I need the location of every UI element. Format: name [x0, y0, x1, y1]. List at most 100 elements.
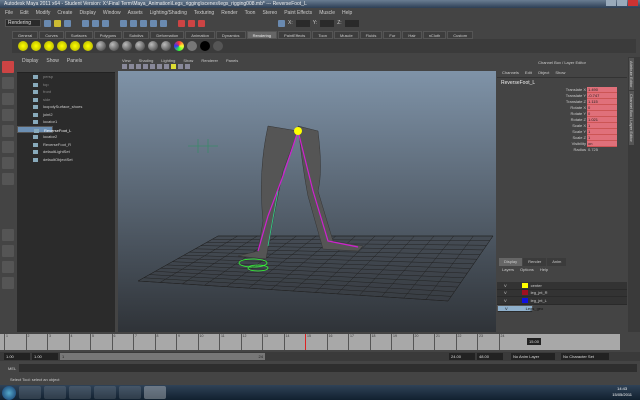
layer-row[interactable]: Vleg_jnt_L — [497, 297, 627, 305]
shadows-icon[interactable] — [178, 64, 183, 69]
camera-icon[interactable] — [96, 41, 106, 51]
outliner-item[interactable]: locator2 — [17, 133, 115, 141]
layer-tab-render[interactable]: Render — [523, 258, 547, 266]
channel-menu-object[interactable]: Object — [538, 69, 550, 77]
select-tool-icon[interactable] — [2, 61, 14, 73]
manipulator-tool-icon[interactable] — [2, 157, 14, 169]
menu-set-dropdown[interactable]: Rendering — [5, 19, 41, 27]
shelf-tab-ncloth[interactable]: nCloth — [422, 31, 447, 39]
open-scene-icon[interactable] — [54, 19, 61, 27]
side-tab[interactable]: Channel Box / Layer Editor — [629, 91, 634, 146]
menu-display[interactable]: Display — [79, 8, 95, 18]
shelf-tab-fluids[interactable]: Fluids — [359, 31, 383, 39]
visibility-toggle[interactable]: V — [505, 305, 508, 313]
layer-menu-options[interactable]: Options — [520, 266, 534, 273]
snap-grid-icon[interactable] — [120, 19, 127, 27]
image-plane-icon[interactable] — [136, 64, 141, 69]
shelf-tab-subdivs[interactable]: Subdivs — [123, 31, 150, 39]
firefox-taskbar-button[interactable] — [94, 386, 116, 399]
shelf-tab-muscle[interactable]: Muscle — [334, 31, 359, 39]
layout-four-icon[interactable] — [2, 245, 14, 257]
layout-persp-outliner-icon[interactable] — [2, 261, 14, 273]
viewport-menu-panels[interactable]: Panels — [226, 57, 238, 64]
menu-toon[interactable]: Toon — [245, 8, 256, 18]
use-background-icon[interactable] — [200, 41, 210, 51]
layer-row[interactable]: V Legs_geo — [497, 304, 543, 313]
menu-assets[interactable]: Assets — [128, 8, 143, 18]
visibility-toggle[interactable]: V — [504, 297, 507, 305]
outliner-item[interactable]: top — [17, 81, 115, 89]
textured-icon[interactable] — [164, 64, 169, 69]
select-component-icon[interactable] — [102, 19, 109, 27]
phong-icon[interactable] — [135, 41, 145, 51]
ipr-render-icon[interactable] — [188, 19, 195, 27]
x-field[interactable] — [295, 19, 310, 27]
outliner-item[interactable]: defaultObjectSet — [17, 156, 115, 164]
scale-tool-icon[interactable] — [2, 141, 14, 153]
layout-single-icon[interactable] — [2, 229, 14, 241]
new-scene-icon[interactable] — [44, 19, 51, 27]
shelf-tab-rendering[interactable]: Rendering — [246, 31, 278, 39]
layer-menu-layers[interactable]: Layers — [502, 266, 514, 273]
current-frame-field[interactable]: 15.00 — [527, 338, 542, 345]
anim-layer-dropdown[interactable]: No Anim Layer — [511, 353, 555, 360]
volume-light-icon[interactable] — [83, 41, 93, 51]
snap-point-icon[interactable] — [140, 19, 147, 27]
bookmark-icon[interactable] — [129, 64, 134, 69]
attr-value[interactable]: 0.725 — [587, 147, 617, 153]
isolate-icon[interactable] — [185, 64, 190, 69]
shelf-tab-surfaces[interactable]: Surfaces — [64, 31, 93, 39]
current-frame-value[interactable]: 15.00 — [527, 338, 542, 345]
viewport-menu-renderer[interactable]: Renderer — [201, 57, 218, 64]
shelf-tab-deformation[interactable]: Deformation — [150, 31, 185, 39]
layout-graph-icon[interactable] — [2, 277, 14, 289]
last-tool-icon[interactable] — [2, 173, 14, 185]
viewport-menu-show[interactable]: Show — [183, 57, 193, 64]
channel-menu-channels[interactable]: Channels — [502, 69, 519, 77]
menu-render[interactable]: Render — [221, 8, 237, 18]
grid-toggle-icon[interactable] — [143, 64, 148, 69]
channel-menu-edit[interactable]: Edit — [525, 69, 532, 77]
character-set-dropdown[interactable]: No Character Set — [561, 353, 609, 360]
start-time-field[interactable]: 1.00 — [4, 353, 30, 360]
layer-color-swatch[interactable] — [521, 282, 528, 288]
lights-icon[interactable] — [171, 64, 176, 69]
playback-end-field[interactable]: 24.00 — [449, 353, 475, 360]
outliner-menu-display[interactable]: Display — [22, 57, 38, 66]
maximize-button[interactable] — [617, 0, 627, 6]
outliner-item[interactable]: ReverseFoot_L — [17, 125, 71, 133]
snap-plane-icon[interactable] — [150, 19, 157, 27]
menu-muscle[interactable]: Muscle — [319, 8, 335, 18]
explorer-taskbar-button[interactable] — [19, 386, 41, 399]
save-scene-icon[interactable] — [64, 19, 71, 27]
ambient-light-icon[interactable] — [18, 41, 28, 51]
playback-start-field[interactable]: 1.00 — [32, 353, 58, 360]
snap-curve-icon[interactable] — [130, 19, 137, 27]
menu-paint-effects[interactable]: Paint Effects — [284, 8, 312, 18]
blinn-icon[interactable] — [122, 41, 132, 51]
rotate-tool-icon[interactable] — [2, 125, 14, 137]
render-settings-icon[interactable] — [198, 19, 205, 27]
attr-row-radius[interactable]: Radius 0.725 — [497, 147, 627, 153]
mel-input[interactable] — [19, 364, 637, 372]
wireframe-icon[interactable] — [150, 64, 155, 69]
layer-menu-help[interactable]: Help — [540, 266, 548, 273]
menu-file[interactable]: File — [5, 8, 13, 18]
shelf-tab-painteffects[interactable]: PaintEffects — [278, 31, 312, 39]
messenger-taskbar-button[interactable] — [119, 386, 141, 399]
outliner-menu-panels[interactable]: Panels — [67, 57, 82, 66]
perspective-viewport[interactable]: View Shading Lighting Show Renderer Panels — [118, 57, 496, 332]
layer-row[interactable]: Vleg_jnt_R — [497, 289, 627, 297]
shelf-tab-general[interactable]: General — [12, 31, 39, 39]
z-field[interactable] — [344, 19, 359, 27]
current-time-marker[interactable] — [305, 334, 306, 350]
layer-tab-display[interactable]: Display — [499, 258, 523, 266]
scene-view[interactable] — [118, 71, 496, 332]
shelf-tab-polygons[interactable]: Polygons — [93, 31, 123, 39]
live-surface-icon[interactable] — [160, 19, 167, 27]
input-line-icon[interactable] — [278, 19, 285, 27]
viewport-menu-lighting[interactable]: Lighting — [161, 57, 175, 64]
minimize-button[interactable] — [606, 0, 616, 6]
center-control[interactable] — [294, 127, 302, 135]
outliner-item[interactable]: side — [17, 96, 115, 104]
